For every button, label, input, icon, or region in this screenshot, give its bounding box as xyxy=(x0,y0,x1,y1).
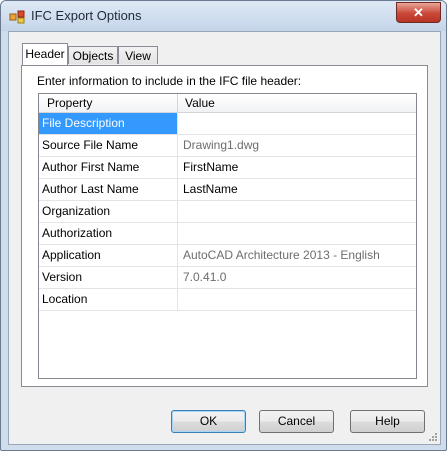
property-cell[interactable]: Version xyxy=(39,267,178,288)
property-cell[interactable]: Source File Name xyxy=(39,135,178,156)
property-cell[interactable]: Authorization xyxy=(39,223,178,244)
tab-objects[interactable]: Objects xyxy=(68,46,118,64)
value-cell[interactable] xyxy=(179,223,416,244)
cancel-button[interactable]: Cancel xyxy=(259,410,334,433)
instruction-text: Enter information to include in the IFC … xyxy=(37,74,302,88)
grid-row-version[interactable]: Version 7.0.41.0 xyxy=(39,267,416,289)
title-bar[interactable]: IFC Export Options ✕ xyxy=(1,1,446,31)
tab-header-label: Header xyxy=(25,47,65,61)
grid-row-file-description[interactable]: File Description xyxy=(39,113,416,135)
grid-header: Property Value xyxy=(39,94,416,113)
property-cell[interactable]: Application xyxy=(39,245,178,266)
value-cell[interactable] xyxy=(179,289,416,310)
tab-view[interactable]: View xyxy=(118,46,158,64)
resize-grip-icon[interactable] xyxy=(428,432,438,442)
value-column-header[interactable]: Value xyxy=(179,94,416,112)
value-cell[interactable] xyxy=(179,201,416,222)
ok-button[interactable]: OK xyxy=(171,410,246,433)
grid-row-author-last-name[interactable]: Author Last Name LastName xyxy=(39,179,416,201)
value-cell: AutoCAD Architecture 2013 - English xyxy=(183,248,380,262)
value-cell: Drawing1.dwg xyxy=(183,138,260,152)
dialog-body: Header Objects View Enter information to… xyxy=(8,31,441,445)
property-cell[interactable]: File Description xyxy=(39,113,178,134)
close-button[interactable]: ✕ xyxy=(396,2,441,23)
close-icon: ✕ xyxy=(413,5,424,20)
value-cell[interactable]: LastName xyxy=(179,179,416,200)
tab-objects-label: Objects xyxy=(72,49,114,63)
grid-row-source-file-name[interactable]: Source File Name Drawing1.dwg xyxy=(39,135,416,157)
window-title: IFC Export Options xyxy=(31,8,142,23)
grid-row-location[interactable]: Location xyxy=(39,289,416,311)
grid-row-organization[interactable]: Organization xyxy=(39,201,416,223)
grid-row-application[interactable]: Application AutoCAD Architecture 2013 - … xyxy=(39,245,416,267)
help-button[interactable]: Help xyxy=(350,410,425,433)
header-property-grid: Property Value File Description Source F… xyxy=(38,93,417,379)
value-cell: 7.0.41.0 xyxy=(183,270,227,284)
property-cell[interactable]: Location xyxy=(39,289,178,310)
header-tab-panel: Enter information to include in the IFC … xyxy=(21,65,428,387)
value-cell[interactable]: FirstName xyxy=(179,157,416,178)
property-cell[interactable]: Author Last Name xyxy=(39,179,178,200)
grid-row-author-first-name[interactable]: Author First Name FirstName xyxy=(39,157,416,179)
tab-header[interactable]: Header xyxy=(22,43,68,65)
ifc-export-icon xyxy=(9,10,25,24)
ifc-export-options-dialog: IFC Export Options ✕ Header Objects View… xyxy=(0,0,447,451)
tab-view-label: View xyxy=(125,49,151,63)
value-cell[interactable] xyxy=(179,113,416,134)
property-cell[interactable]: Author First Name xyxy=(39,157,178,178)
grid-row-authorization[interactable]: Authorization xyxy=(39,223,416,245)
property-cell[interactable]: Organization xyxy=(39,201,178,222)
property-column-header[interactable]: Property xyxy=(39,94,178,112)
